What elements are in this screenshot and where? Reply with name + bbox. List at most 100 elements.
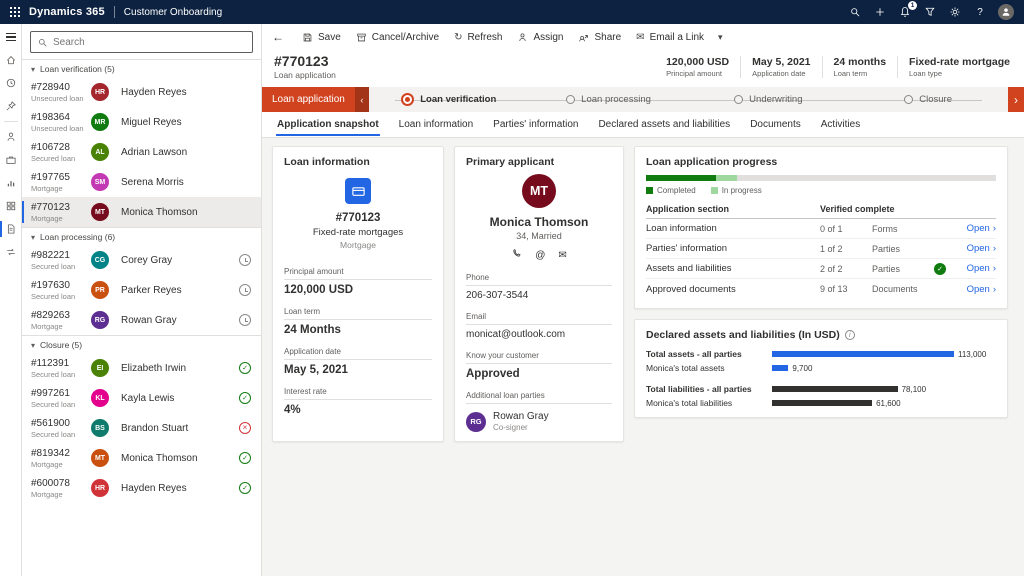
phone-icon[interactable] <box>511 248 522 262</box>
info-icon[interactable]: i <box>845 330 855 340</box>
avatar: SM <box>91 173 109 191</box>
quick-create-icon[interactable] <box>873 5 887 19</box>
waffle-icon[interactable] <box>10 7 20 17</box>
search-icon[interactable] <box>848 5 862 19</box>
list-item[interactable]: #198364Unsecured loan MR Miguel Reyes <box>22 107 261 137</box>
active-stage-chip[interactable]: Loan application ‹ <box>262 87 369 112</box>
chevron-right-icon: › <box>993 243 996 254</box>
stage-loan-processing[interactable]: Loan processing <box>529 94 689 105</box>
group-header-closure[interactable]: ▾ Closure (5) <box>22 336 261 353</box>
bar <box>772 351 954 357</box>
charts-icon[interactable] <box>0 175 22 191</box>
credit-card-icon <box>345 178 371 204</box>
group-label: Loan processing (6) <box>40 232 115 242</box>
documents-icon[interactable] <box>0 221 22 237</box>
tab-documents[interactable]: Documents <box>741 113 810 136</box>
notifications-bell-icon[interactable]: 1 <box>898 5 912 19</box>
tab-parties-information[interactable]: Parties' information <box>484 113 587 136</box>
record-id: #106728 <box>31 142 91 153</box>
settings-gear-icon[interactable] <box>948 5 962 19</box>
record-name: Elizabeth Irwin <box>115 363 239 374</box>
record-name: Rowan Gray <box>115 315 239 326</box>
list-item[interactable]: #197765Mortgage SM Serena Morris <box>22 167 261 197</box>
chart-row: Total liabilities - all parties 78,100 <box>646 384 996 394</box>
dashboards-icon[interactable] <box>0 198 22 214</box>
tab-activities[interactable]: Activities <box>812 113 869 136</box>
group-header-loan-verification[interactable]: ▾ Loan verification (5) <box>22 60 261 77</box>
list-item[interactable]: #197630Secured loan PR Parker Reyes <box>22 275 261 305</box>
avatar: MT <box>91 449 109 467</box>
stage-closure[interactable]: Closure <box>848 94 1008 105</box>
tab-application-snapshot[interactable]: Application snapshot <box>268 113 388 136</box>
list-item[interactable]: #982221Secured loan CG Corey Gray <box>22 245 261 275</box>
cancel-archive-button[interactable]: Cancel/Archive <box>349 28 446 47</box>
chart-row: Total assets - all parties 113,000 <box>646 349 996 359</box>
stage-underwriting[interactable]: Underwriting <box>688 94 848 105</box>
record-id: #819342 <box>31 448 91 459</box>
record-name: Adrian Lawson <box>115 147 239 158</box>
loan-category: Mortgage <box>284 240 432 250</box>
party-role: Co-signer <box>493 423 549 432</box>
open-link[interactable]: Open› <box>954 263 996 274</box>
back-button[interactable]: ← <box>272 30 284 44</box>
open-link[interactable]: Open› <box>954 223 996 234</box>
list-item[interactable]: #600078Mortgage HR Hayden Reyes ✓ <box>22 473 261 503</box>
search-input[interactable] <box>53 37 246 48</box>
rejected-icon: × <box>239 422 251 434</box>
left-icon-rail <box>0 24 22 576</box>
tab-declared-assets[interactable]: Declared assets and liabilities <box>589 113 739 136</box>
open-link[interactable]: Open› <box>954 284 996 295</box>
list-item[interactable]: #112391Secured loan EI Elizabeth Irwin ✓ <box>22 353 261 383</box>
record-name: Monica Thomson <box>115 207 239 218</box>
list-item[interactable]: #819342Mortgage MT Monica Thomson ✓ <box>22 443 261 473</box>
help-icon[interactable]: ? <box>973 5 987 19</box>
open-link[interactable]: Open› <box>954 243 996 254</box>
stage-collapse-button[interactable]: ‹ <box>355 87 369 112</box>
record-id: #112391 <box>31 358 91 369</box>
declared-assets-card: Declared assets and liabilities (In USD)… <box>634 319 1008 418</box>
progress-row: Assets and liabilities2 of 2Parties ✓ Op… <box>646 259 996 279</box>
next-stage-button[interactable]: › <box>1008 87 1024 112</box>
stage-track: Loan verification Loan processing Underw… <box>369 87 1008 112</box>
record-type: Secured loan <box>31 370 91 379</box>
approved-icon: ✓ <box>239 482 251 494</box>
pinned-icon[interactable] <box>0 98 22 114</box>
menu-icon[interactable] <box>0 29 22 45</box>
card-title: Primary applicant <box>466 156 612 168</box>
contacts-icon[interactable] <box>0 129 22 145</box>
mail-icon[interactable]: ✉ <box>558 250 566 261</box>
home-icon[interactable] <box>0 52 22 68</box>
applications-icon[interactable] <box>0 152 22 168</box>
command-bar: ← Save Cancel/Archive ↻Refresh Assign Sh… <box>262 24 1024 50</box>
refresh-button[interactable]: ↻Refresh <box>447 28 509 47</box>
list-item[interactable]: #829263Mortgage RG Rowan Gray <box>22 305 261 335</box>
chevron-down-icon: ▾ <box>31 233 35 242</box>
list-item[interactable]: #106728Secured loan AL Adrian Lawson <box>22 137 261 167</box>
assign-button[interactable]: Assign <box>510 28 570 47</box>
record-id: #997261 <box>31 388 91 399</box>
recent-icon[interactable] <box>0 75 22 91</box>
list-item[interactable]: #997261Secured loan KL Kayla Lewis ✓ <box>22 383 261 413</box>
save-button[interactable]: Save <box>295 28 348 47</box>
share-button[interactable]: Share <box>571 28 628 47</box>
avatar: AL <box>91 143 109 161</box>
record-id: #982221 <box>31 250 91 261</box>
filter-icon[interactable] <box>923 5 937 19</box>
user-avatar[interactable] <box>998 4 1014 20</box>
at-icon[interactable]: @ <box>535 250 545 261</box>
more-commands-button[interactable]: ▾ <box>712 28 729 47</box>
email-link-button[interactable]: ✉Email a Link <box>629 28 711 47</box>
bar-chart: Total assets - all parties 113,000 Monic… <box>646 349 996 408</box>
processes-icon[interactable] <box>0 244 22 260</box>
search-icon <box>37 37 48 48</box>
list-item-selected[interactable]: #770123Mortgage MT Monica Thomson <box>22 197 261 227</box>
list-item[interactable]: #561900Secured loan BS Brandon Stuart × <box>22 413 261 443</box>
stage-loan-verification[interactable]: Loan verification <box>369 93 529 106</box>
progress-table-header: Application section Verified complete <box>646 204 996 219</box>
applicant-subtitle: 34, Married <box>466 231 612 241</box>
list-item[interactable]: #728940Unsecured loan HR Hayden Reyes <box>22 77 261 107</box>
loan-party-item[interactable]: RG Rowan GrayCo-signer <box>466 411 612 432</box>
tab-loan-information[interactable]: Loan information <box>390 113 483 136</box>
group-header-loan-processing[interactable]: ▾ Loan processing (6) <box>22 228 261 245</box>
record-type: Mortgage <box>31 214 91 223</box>
